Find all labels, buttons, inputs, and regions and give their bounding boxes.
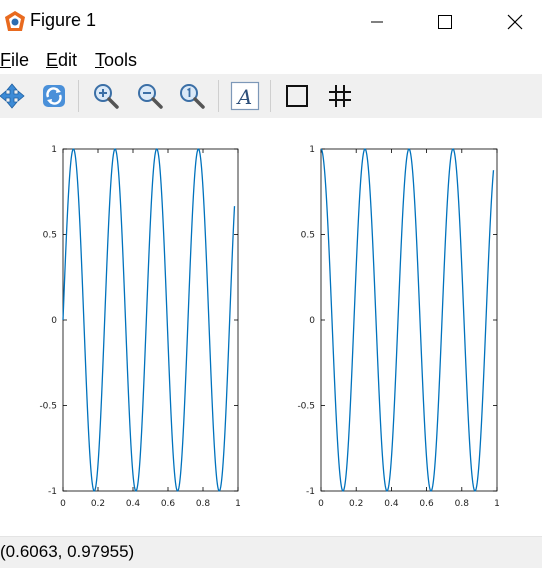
y-tick-label: -1 <box>48 487 57 497</box>
zoom-reset-icon <box>180 84 205 109</box>
plot-canvas[interactable]: 0 0.2 0.4 0.6 0.8 110.50-0.5-10 0.2 0.4 0.6 0.8 11… <box>0 118 542 536</box>
figure-toolbar: A <box>0 74 542 119</box>
rotate-button[interactable] <box>38 80 70 112</box>
zoom-in-icon <box>94 84 119 109</box>
menu-edit[interactable]: Edit <box>46 50 77 71</box>
insert-text-icon: A <box>230 81 260 111</box>
title-bar: Figure 1 <box>0 0 542 44</box>
toggle-grid-icon <box>329 85 351 107</box>
toolbar-separator <box>78 80 79 112</box>
pan-button[interactable] <box>0 80 28 112</box>
x-tick-label: 0.8 <box>196 499 211 509</box>
zoom-in-button[interactable] <box>90 80 122 112</box>
toggle-axes-box-icon <box>286 85 308 107</box>
axes-box <box>320 148 498 492</box>
cursor-coordinates: (0.6063, 0.97955) <box>0 542 135 561</box>
pan-icon <box>0 83 25 109</box>
octave-app-icon <box>5 11 25 31</box>
zoom-out-icon <box>138 84 163 109</box>
menu-file-label: File <box>0 50 30 70</box>
y-tick-label: 0 <box>309 316 315 326</box>
minimize-button[interactable] <box>354 0 400 44</box>
x-tick-label: 0.6 <box>419 499 434 509</box>
window-title: Figure 1 <box>30 10 97 30</box>
menu-tools[interactable]: Tools <box>95 50 137 71</box>
toolbar-separator <box>218 80 219 112</box>
y-tick-label: 1 <box>51 145 57 155</box>
minimize-icon <box>371 21 383 23</box>
y-tick-label: -0.5 <box>39 402 57 412</box>
close-icon <box>507 14 523 30</box>
toggle-axes-box-button[interactable] <box>281 80 313 112</box>
maximize-button[interactable] <box>422 0 468 44</box>
svg-text:A: A <box>236 85 252 109</box>
menu-tools-label: Tools <box>95 50 138 70</box>
y-tick-label: 1 <box>309 145 315 155</box>
y-tick-label: 0.5 <box>301 231 315 241</box>
toolbar-separator <box>270 80 271 112</box>
menu-edit-label: Edit <box>46 50 78 70</box>
x-tick-label: 1 <box>494 499 500 509</box>
y-tick-label: 0 <box>51 316 57 326</box>
zoom-reset-button[interactable] <box>176 80 208 112</box>
y-tick-label: -0.5 <box>297 402 315 412</box>
x-tick-label: 0 <box>318 499 324 509</box>
close-button[interactable] <box>492 0 538 44</box>
x-tick-label: 0.6 <box>161 499 176 509</box>
zoom-out-button[interactable] <box>134 80 166 112</box>
x-tick-label: 0.2 <box>349 499 363 509</box>
toggle-grid-button[interactable] <box>324 80 356 112</box>
x-tick-label: 0.2 <box>91 499 105 509</box>
maximize-icon <box>438 15 452 29</box>
x-tick-label: 0.4 <box>126 499 141 509</box>
rotate-icon <box>43 85 65 107</box>
insert-text-button[interactable]: A <box>229 80 261 112</box>
x-tick-label: 0.8 <box>455 499 470 509</box>
x-tick-label: 0.4 <box>384 499 399 509</box>
status-bar: (0.6063, 0.97955) <box>0 536 542 568</box>
x-tick-label: 0 <box>60 499 66 509</box>
x-tick-label: 1 <box>235 499 241 509</box>
menu-bar: File Edit Tools <box>0 48 542 74</box>
menu-file[interactable]: File <box>0 50 29 71</box>
figure-canvas[interactable]: 0 0.2 0.4 0.6 0.8 1 1 0.5 0 -0.5 -1 0 0.2 0.4 0.6 0.8 1 1… <box>0 118 542 536</box>
y-tick-label: 0.5 <box>43 231 57 241</box>
y-tick-label: -1 <box>306 487 315 497</box>
